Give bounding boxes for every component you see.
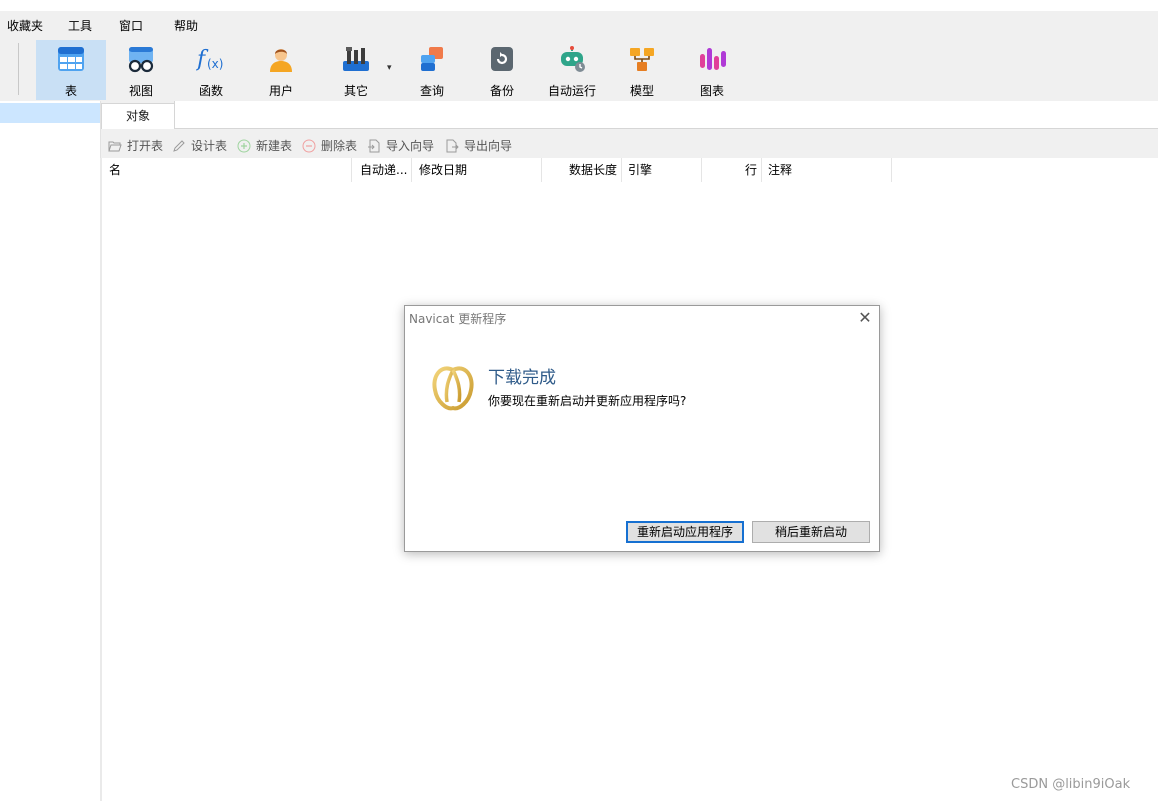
column-modified-date[interactable]: 修改日期 <box>412 158 542 182</box>
import-icon <box>368 139 380 153</box>
user-icon <box>270 49 292 72</box>
toolbar-automation-button[interactable]: 自动运行 <box>537 40 607 100</box>
export-wizard-label: 导出向导 <box>464 139 513 153</box>
folder-open-icon <box>108 141 122 152</box>
update-dialog: Navicat 更新程序 ✕ 下载完成 你要现在重新启动并更新应用程序吗? 重新… <box>404 305 880 552</box>
restart-now-button[interactable]: 重新启动应用程序 <box>626 521 744 543</box>
toolbar-function-label: 函数 <box>198 84 223 98</box>
toolbar-table-button[interactable]: 表 <box>36 40 106 100</box>
import-wizard-label: 导入向导 <box>386 139 435 153</box>
pane-divider[interactable] <box>100 158 102 801</box>
toolbar-automation-label: 自动运行 <box>547 84 596 98</box>
function-icon: f (x) <box>196 47 223 72</box>
navicat-logo-icon <box>432 366 474 411</box>
svg-text:(x): (x) <box>207 57 223 71</box>
watermark: CSDN @libin9iOak <box>1011 777 1131 792</box>
dialog-heading: 下载完成 <box>488 368 556 388</box>
design-table-label: 设计表 <box>191 139 228 153</box>
menu-bar: 收藏夹 工具 窗口 帮助 <box>0 11 1158 37</box>
toolbar-table-label: 表 <box>64 84 77 98</box>
column-comment[interactable]: 注释 <box>762 158 892 182</box>
column-name[interactable]: 名 <box>101 158 352 182</box>
table-icon <box>58 47 84 71</box>
pencil-icon <box>173 140 185 152</box>
new-table-label: 新建表 <box>256 139 293 153</box>
menu-favorites[interactable]: 收藏夹 <box>7 17 43 34</box>
toolbar-query-label: 查询 <box>419 84 444 98</box>
new-table-button[interactable]: 新建表 <box>237 137 292 154</box>
dialog-title: Navicat 更新程序 <box>409 312 507 326</box>
column-engine[interactable]: 引擎 <box>622 158 702 182</box>
toolbar-other-label: 其它 <box>343 84 368 98</box>
tab-strip: 对象 <box>101 101 1158 130</box>
menu-help[interactable]: 帮助 <box>174 17 198 34</box>
toolbar-chart-button[interactable]: 图表 <box>677 40 747 100</box>
toolbar-query-button[interactable]: 查询 <box>397 40 467 100</box>
tab-objects[interactable]: 对象 <box>101 103 175 130</box>
minus-circle-icon <box>302 139 316 153</box>
object-list-header: 名 自动递... 修改日期 数据长度 引擎 行 注释 <box>101 158 1158 182</box>
dialog-message: 你要现在重新启动并更新应用程序吗? <box>488 394 687 408</box>
toolbar-view-button[interactable]: 视图 <box>106 40 176 100</box>
export-wizard-button[interactable]: 导出向导 <box>445 137 512 154</box>
toolbar-user-button[interactable]: 用户 <box>246 40 316 100</box>
query-icon <box>421 47 443 71</box>
import-wizard-button[interactable]: 导入向导 <box>367 137 434 154</box>
object-toolbar: 打开表 设计表 新建表 删除表 导入向导 导出向导 <box>101 129 1158 158</box>
view-icon <box>128 47 154 73</box>
toolbar-backup-button[interactable]: 备份 <box>467 40 537 100</box>
robot-icon <box>561 46 585 72</box>
design-table-button[interactable]: 设计表 <box>172 137 227 154</box>
plus-circle-icon <box>237 139 251 153</box>
top-band <box>0 0 1158 11</box>
toolbar-separator <box>18 43 19 95</box>
toolbar-chart-label: 图表 <box>699 84 724 98</box>
toolbar-model-button[interactable]: 模型 <box>607 40 677 100</box>
toolbar-model-label: 模型 <box>629 84 654 98</box>
tools-icon <box>343 47 369 71</box>
selected-tree-item[interactable] <box>0 103 100 123</box>
column-data-length[interactable]: 数据长度 <box>542 158 622 182</box>
open-table-button[interactable]: 打开表 <box>108 137 163 154</box>
column-rows[interactable]: 行 <box>702 158 762 182</box>
menu-tools[interactable]: 工具 <box>68 17 92 34</box>
restart-later-button[interactable]: 稍后重新启动 <box>752 521 870 543</box>
model-icon <box>630 48 654 71</box>
tab-strip-empty-area <box>174 101 1158 128</box>
delete-table-button[interactable]: 删除表 <box>302 137 357 154</box>
open-table-label: 打开表 <box>127 139 164 153</box>
export-icon <box>446 139 459 153</box>
delete-table-label: 删除表 <box>321 139 358 153</box>
column-auto-increment[interactable]: 自动递... <box>352 158 412 182</box>
toolbar-backup-label: 备份 <box>489 84 514 98</box>
toolbar-function-button[interactable]: f (x) 函数 <box>176 40 246 100</box>
other-dropdown-caret[interactable]: ▾ <box>387 63 392 73</box>
menu-window[interactable]: 窗口 <box>119 17 143 34</box>
toolbar-view-label: 视图 <box>128 84 153 98</box>
toolbar-user-label: 用户 <box>268 84 293 98</box>
chart-icon <box>700 48 726 70</box>
close-icon[interactable]: ✕ <box>855 308 875 327</box>
toolbar-other-button[interactable]: 其它 <box>321 40 391 100</box>
connection-tree-pane[interactable] <box>0 101 101 801</box>
backup-icon <box>491 47 513 71</box>
main-toolbar: 表 视图 f (x) 函数 用户 其它 ▾ 查询 备份 自动运行 模型 图表 <box>0 37 1158 101</box>
